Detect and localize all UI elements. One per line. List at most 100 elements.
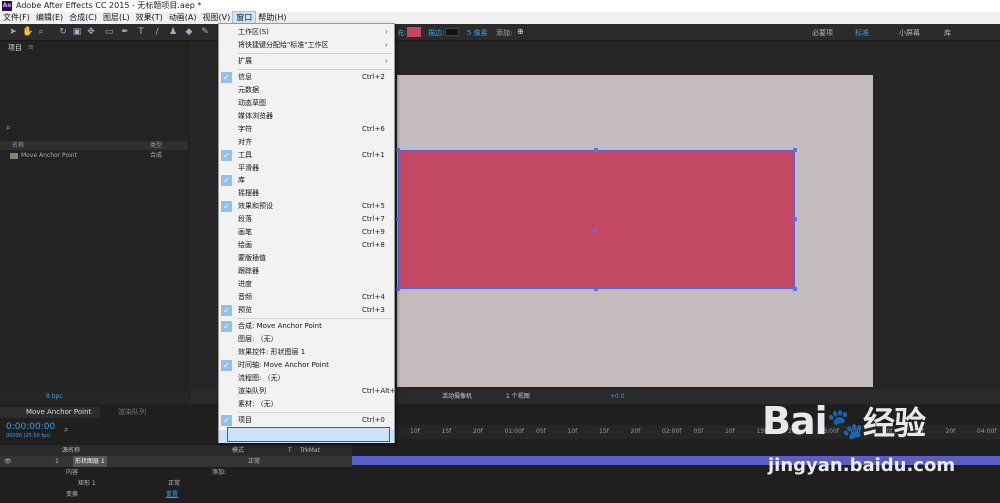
shape-rectangle[interactable] — [398, 150, 795, 289]
menu-item-18[interactable]: 绘画 Ctrl+8 — [219, 239, 394, 252]
stroke-width[interactable]: 5 像素 — [467, 28, 488, 38]
hand-tool-icon[interactable]: ✋ — [22, 27, 33, 37]
menu-item-15[interactable]: ✓ 效果和预设 Ctrl+5 — [219, 200, 394, 213]
menu-3[interactable]: 图层(L) — [100, 12, 133, 24]
brush-tool-icon[interactable]: / — [152, 27, 162, 37]
exposure-value[interactable]: +0.0 — [610, 390, 625, 404]
tab-timeline-comp[interactable]: Move Anchor Point — [0, 407, 100, 418]
menu-item-26[interactable]: 图层: （无） — [219, 333, 394, 346]
col-source-name[interactable]: 源名称 — [62, 445, 80, 456]
add-menu[interactable]: 添加: — [212, 467, 226, 478]
ruler-tick: 02:00f — [662, 428, 682, 435]
anchor-point-icon[interactable]: ⌖ — [590, 227, 600, 237]
menu-item-3[interactable]: 扩展 › — [219, 55, 394, 68]
add-icon[interactable]: ⊕ — [517, 27, 524, 36]
menu-item-14[interactable]: 摇摆器 — [219, 187, 394, 200]
menu-item-22[interactable]: 音频 Ctrl+4 — [219, 291, 394, 304]
stroke-swatch[interactable] — [445, 28, 459, 36]
views-select[interactable]: 1 个视图 — [506, 390, 530, 404]
handle-tl[interactable] — [396, 148, 400, 152]
workspace-small-screen[interactable]: 小屏幕 — [899, 28, 920, 38]
visibility-icon[interactable]: 👁 — [4, 456, 12, 467]
menu-item-23[interactable]: ✓ 预览 Ctrl+3 — [219, 304, 394, 317]
menu-item-label: 字符 — [238, 124, 252, 133]
col-t[interactable]: T — [288, 445, 292, 456]
panel-menu-icon[interactable]: ≡ — [28, 43, 34, 51]
menu-item-0[interactable]: 工作区(S) › — [219, 26, 394, 39]
menu-item-21[interactable]: 进度 — [219, 278, 394, 291]
menu-item-30[interactable]: 渲染队列 Ctrl+Alt+0 — [219, 385, 400, 398]
menu-item-31[interactable]: 素材: （无） — [219, 398, 394, 411]
layer-row[interactable]: 👁 1 形状图层 1 正常 — [0, 456, 352, 467]
tab-render-queue[interactable]: 渲染队列 — [118, 407, 146, 418]
reset-link[interactable]: 重置 — [166, 489, 178, 500]
menu-item-20[interactable]: 跟踪器 — [219, 265, 394, 278]
stamp-tool-icon[interactable]: ♟ — [168, 27, 178, 37]
menu-item-10[interactable]: 对齐 — [219, 136, 394, 149]
menu-5[interactable]: 动画(A) — [166, 12, 200, 24]
watermark-logo: Bai🐾经验 — [762, 399, 926, 443]
menu-item-29[interactable]: 流程图: （无） — [219, 372, 394, 385]
handle-mr[interactable] — [793, 217, 797, 221]
handle-bc[interactable] — [594, 287, 598, 291]
rotate-tool-icon[interactable]: ↻ — [58, 27, 68, 37]
menu-item-28[interactable]: ✓ 时间轴: Move Anchor Point — [219, 359, 394, 372]
timeline-search-icon[interactable]: ⌕ — [64, 425, 68, 435]
camera-select[interactable]: 活动摄像机 — [442, 390, 472, 404]
menu-0[interactable]: 文件(F) — [0, 12, 33, 24]
menu-4[interactable]: 效果(T) — [133, 12, 166, 24]
workspace-essentials[interactable]: 必要项 — [812, 28, 833, 38]
fill-swatch[interactable] — [407, 27, 421, 37]
timecode[interactable]: 0:00:00:00 — [6, 422, 55, 432]
col-trkmat[interactable]: TrkMat — [300, 445, 320, 456]
col-mode[interactable]: 模式 — [232, 445, 244, 456]
menu-item-shortcut: Ctrl+9 — [362, 228, 385, 237]
layer-name[interactable]: 形状图层 1 — [73, 456, 107, 467]
menu-item-7[interactable]: 动态草图 — [219, 97, 394, 110]
menu-item-8[interactable]: 媒体浏览器 — [219, 110, 394, 123]
handle-br[interactable] — [793, 287, 797, 291]
pan-behind-tool-icon[interactable]: ✥ — [86, 27, 96, 37]
bpc-label[interactable]: 8 bpc — [46, 393, 63, 400]
transform-row[interactable]: 变换 重置 — [0, 489, 352, 500]
menu-item-27[interactable]: 效果控件: 形状图层 1 — [219, 346, 394, 359]
menu-item-1[interactable]: 将快捷键分配给"标准"工作区 › — [219, 39, 394, 52]
handle-bl[interactable] — [396, 287, 400, 291]
menu-item-25[interactable]: ✓ 合成: Move Anchor Point — [219, 320, 394, 333]
menu-1[interactable]: 编辑(E) — [33, 12, 66, 24]
selection-tool-icon[interactable]: ➤ — [8, 27, 18, 37]
contents-row[interactable]: 内容 添加: — [0, 467, 352, 478]
camera-tool-icon[interactable]: ▣ — [72, 27, 82, 37]
text-tool-icon[interactable]: T — [136, 27, 146, 37]
handle-tr[interactable] — [793, 148, 797, 152]
handle-ml[interactable] — [396, 217, 400, 221]
menu-item-33[interactable]: ✓ 项目 Ctrl+0 — [219, 414, 394, 427]
workspace-standard[interactable]: 标准 — [855, 28, 869, 38]
menu-item-12[interactable]: 平滑器 — [219, 162, 394, 175]
rect-row[interactable]: 矩形 1 正常 — [0, 478, 352, 489]
zoom-tool-icon[interactable]: ⌕ — [36, 27, 46, 37]
project-item[interactable]: Move Anchor Point 合成 — [0, 151, 188, 161]
menu-item-13[interactable]: ✓ 库 — [219, 174, 394, 187]
eraser-tool-icon[interactable]: ◆ — [184, 27, 194, 37]
col-name[interactable]: 名称 — [12, 141, 24, 150]
col-type[interactable]: 类型 — [150, 141, 162, 150]
menu-item-19[interactable]: 蒙版插值 — [219, 252, 394, 265]
menu-item-16[interactable]: 段落 Ctrl+7 — [219, 213, 394, 226]
search-icon[interactable]: ⌕ — [6, 123, 10, 133]
pen-tool-icon[interactable]: ✒ — [120, 27, 130, 37]
rectangle-tool-icon[interactable]: ▭ — [104, 27, 114, 37]
workspace-library[interactable]: 库 — [944, 28, 951, 38]
menu-item-17[interactable]: 画笔 Ctrl+9 — [219, 226, 394, 239]
menu-item-5[interactable]: ✓ 信息 Ctrl+2 — [219, 71, 394, 84]
menu-item-9[interactable]: 字符 Ctrl+6 — [219, 123, 394, 136]
menu-item-6[interactable]: 元数据 — [219, 84, 394, 97]
menu-2[interactable]: 合成(C) — [66, 12, 100, 24]
layer-mode[interactable]: 正常 — [248, 456, 260, 467]
handle-tc[interactable] — [594, 148, 598, 152]
project-columns: 名称 类型 — [0, 141, 188, 150]
project-tab[interactable]: 项目 — [8, 43, 22, 53]
roto-tool-icon[interactable]: ✎ — [200, 27, 210, 37]
rect-mode[interactable]: 正常 — [168, 478, 180, 489]
menu-item-11[interactable]: ✓ 工具 Ctrl+1 — [219, 149, 394, 162]
